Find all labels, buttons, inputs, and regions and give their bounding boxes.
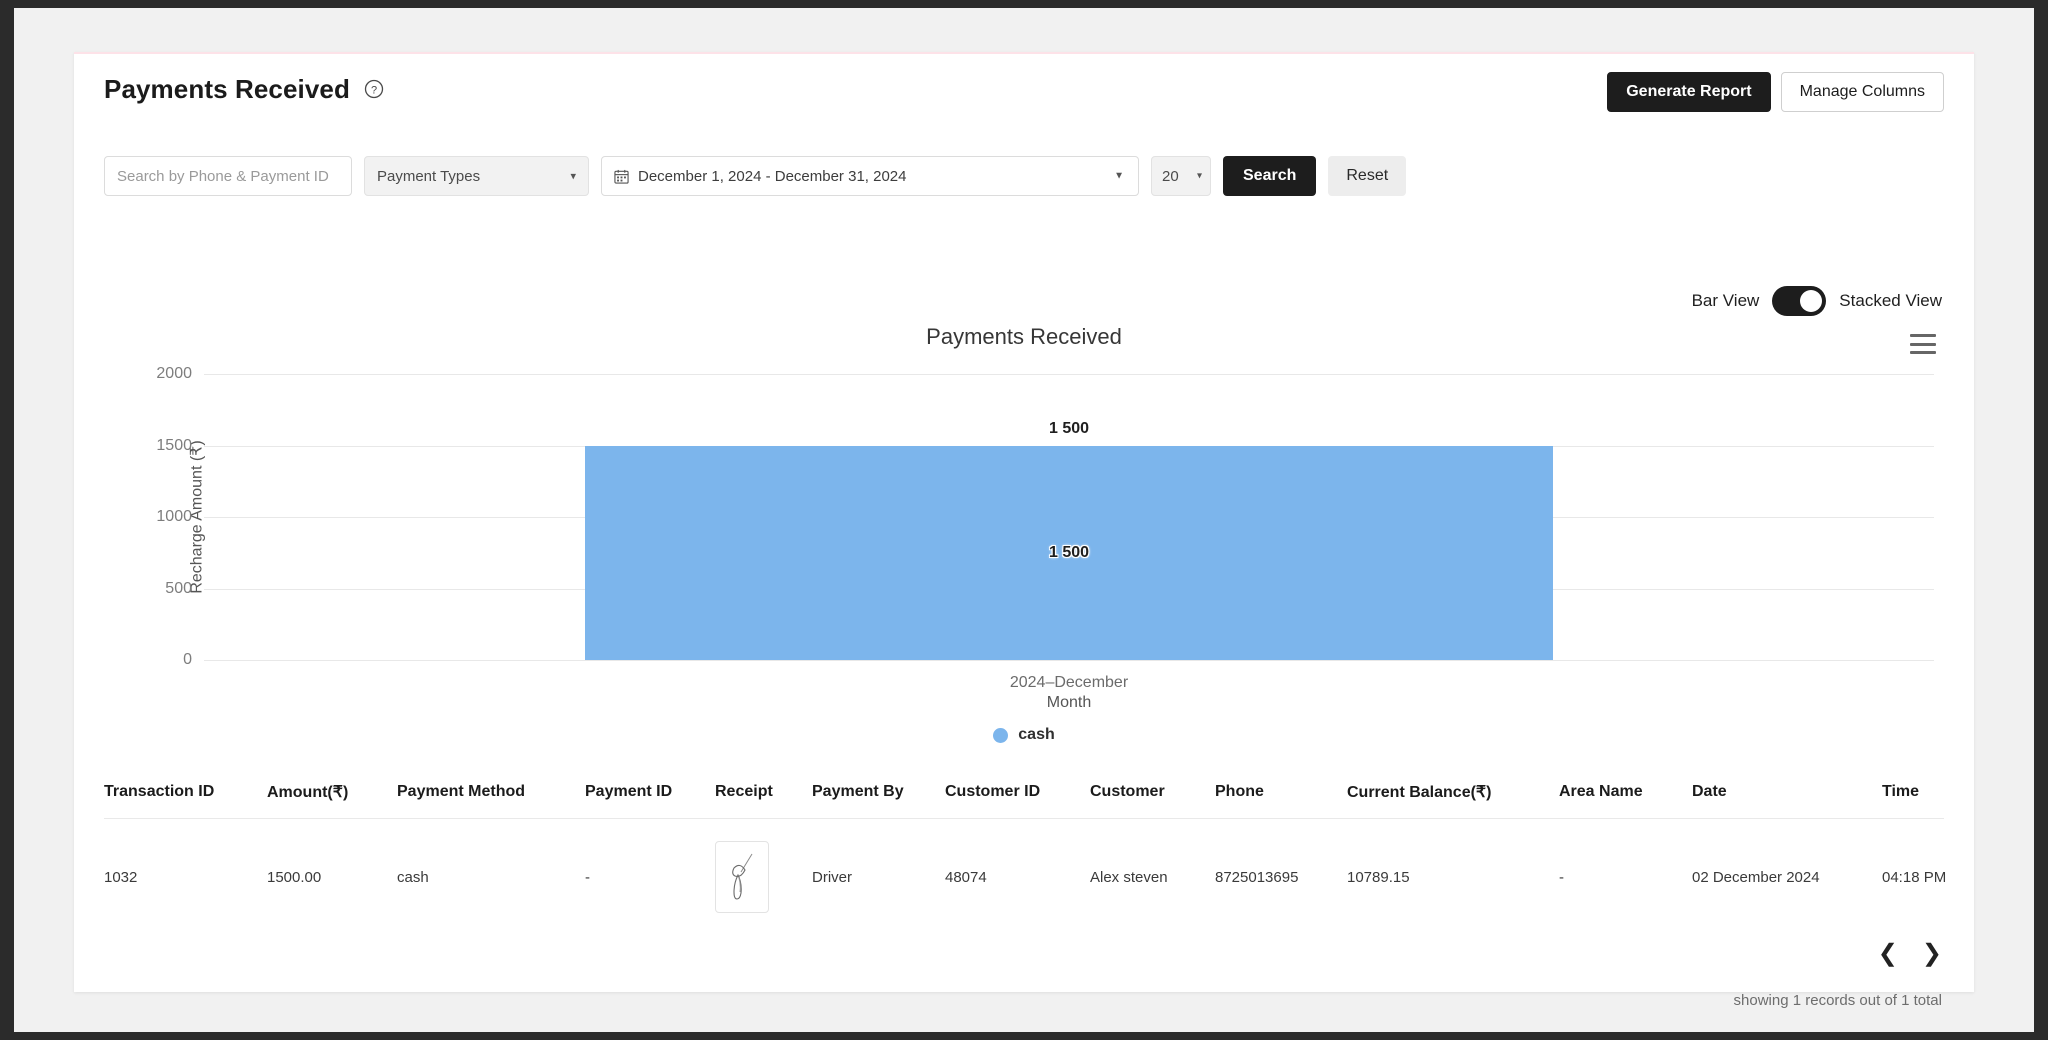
chart-legend: cash	[104, 726, 1944, 744]
card-header: Payments Received ? Generate Report Mana…	[74, 54, 1974, 130]
chart-x-axis-title: Month	[1046, 694, 1092, 711]
toggle-knob	[1800, 290, 1823, 312]
chart-y-tick-label: 0	[183, 651, 192, 668]
cell-date: 02 December 2024	[1692, 868, 1820, 886]
header-actions: Generate Report Manage Columns	[1607, 72, 1944, 112]
chevron-down-icon: ▼	[1114, 170, 1124, 182]
table-column-header: Phone	[1215, 772, 1347, 819]
chart-gridline: 2000	[156, 365, 1934, 382]
chart-title: Payments Received	[926, 324, 1122, 349]
chevron-left-icon[interactable]: ❮	[1878, 942, 1898, 966]
chevron-down-icon: ▾	[570, 170, 576, 183]
window-frame-left	[0, 0, 14, 1040]
cell-payment-method: cash	[397, 868, 429, 886]
date-range-value: December 1, 2024 - December 31, 2024	[638, 167, 907, 185]
cell-time: 04:18 PM	[1882, 868, 1947, 886]
stacked-view-label: Stacked View	[1839, 291, 1942, 310]
search-button[interactable]: Search	[1223, 156, 1317, 196]
cell-amount: 1500.00	[267, 868, 322, 886]
chart-y-tick-label: 1500	[156, 436, 192, 454]
legend-label: cash	[1018, 726, 1055, 743]
svg-text:?: ?	[371, 85, 377, 97]
payments-chart: Payments Received Recharge Amount (₹) 05…	[104, 312, 1944, 752]
chart-total-label: 1 500	[1048, 419, 1090, 437]
legend-item[interactable]: cash	[993, 726, 1055, 744]
payments-table: Transaction ID Amount(₹) Payment Method Pay…	[104, 772, 1947, 936]
table-column-header: Payment ID	[585, 772, 715, 819]
cell-payment-id: -	[585, 868, 590, 886]
table-column-header: Area Name	[1559, 772, 1692, 819]
calendar-icon	[614, 169, 629, 184]
chart-plot-area: 0 500 1000 1500 2000 1 500 1 500 2024–December	[156, 365, 1934, 691]
chart-x-tick-label: 2024–December	[1009, 674, 1129, 691]
table-column-header: Payment Method	[397, 772, 585, 819]
question-circle-icon[interactable]: ?	[364, 79, 384, 99]
chart-bar-value-label: 1 500	[1048, 543, 1090, 561]
table-header-row: Transaction ID Amount(₹) Payment Method Pay…	[104, 772, 1944, 819]
chevron-down-icon: ▾	[1196, 170, 1202, 182]
cell-area-name: -	[1559, 868, 1564, 886]
search-input[interactable]	[104, 156, 352, 196]
window-frame-top	[0, 0, 2048, 8]
window-frame-right	[2034, 0, 2048, 1040]
table-column-header: Transaction ID	[104, 772, 267, 819]
cell-customer: Alex steven	[1090, 868, 1168, 886]
date-range-picker[interactable]: December 1, 2024 - December 31, 2024 ▼	[601, 156, 1139, 196]
chevron-right-icon[interactable]: ❯	[1922, 942, 1942, 966]
records-summary: showing 1 records out of 1 total	[1733, 992, 1942, 1009]
screenshot-viewport: Payments Received ? Generate Report Mana…	[0, 0, 2048, 1040]
payment-types-label: Payment Types	[377, 167, 481, 185]
pagination-controls: ❮ ❯	[1878, 942, 1942, 966]
table-column-header: Customer	[1090, 772, 1215, 819]
page-title: Payments Received	[104, 74, 350, 104]
page-background: Payments Received ? Generate Report Mana…	[14, 8, 2034, 1032]
manage-columns-button[interactable]: Manage Columns	[1780, 72, 1944, 112]
chart-y-tick-label: 2000	[156, 365, 192, 382]
legend-color-dot	[993, 727, 1009, 743]
receipt-cell	[715, 819, 812, 936]
cell-phone: 8725013695	[1215, 868, 1299, 886]
cell-customer-id: 48074	[945, 868, 987, 886]
chart-y-tick-label: 500	[165, 579, 192, 597]
window-frame-bottom	[0, 1032, 2048, 1040]
cell-current-balance: 10789.15	[1347, 868, 1410, 886]
filter-bar: Payment Types ▾	[104, 156, 1407, 196]
reset-button[interactable]: Reset	[1328, 156, 1407, 196]
page-size-value: 20	[1162, 167, 1179, 185]
bar-view-label: Bar View	[1691, 291, 1760, 310]
chart-gridline: 0	[183, 651, 1934, 668]
table-column-header: Amount(₹)	[267, 772, 397, 819]
cell-transaction-id: 1032	[104, 868, 138, 886]
table-column-header: Payment By	[812, 772, 945, 819]
table-column-header: Date	[1692, 772, 1882, 819]
table-row[interactable]: 1032 1500.00 cash - Driver 48074 Alex steven 87…	[104, 819, 1947, 936]
table-column-header: Customer ID	[945, 772, 1090, 819]
hamburger-menu-icon[interactable]	[1910, 334, 1936, 354]
table-column-header: Current Balance(₹)	[1347, 772, 1559, 819]
chart-y-tick-label: 1000	[156, 508, 192, 525]
payment-types-select[interactable]: Payment Types ▾	[364, 156, 589, 196]
generate-report-button[interactable]: Generate Report	[1607, 72, 1771, 112]
page-size-select[interactable]: 20 ▾	[1151, 156, 1211, 196]
table-column-header: Receipt	[715, 772, 812, 819]
cell-payment-by: Driver	[812, 868, 852, 886]
table-column-header: Time	[1882, 772, 1944, 819]
payments-received-card: Payments Received ? Generate Report Mana…	[74, 52, 1974, 1009]
receipt-thumbnail[interactable]	[715, 841, 769, 913]
